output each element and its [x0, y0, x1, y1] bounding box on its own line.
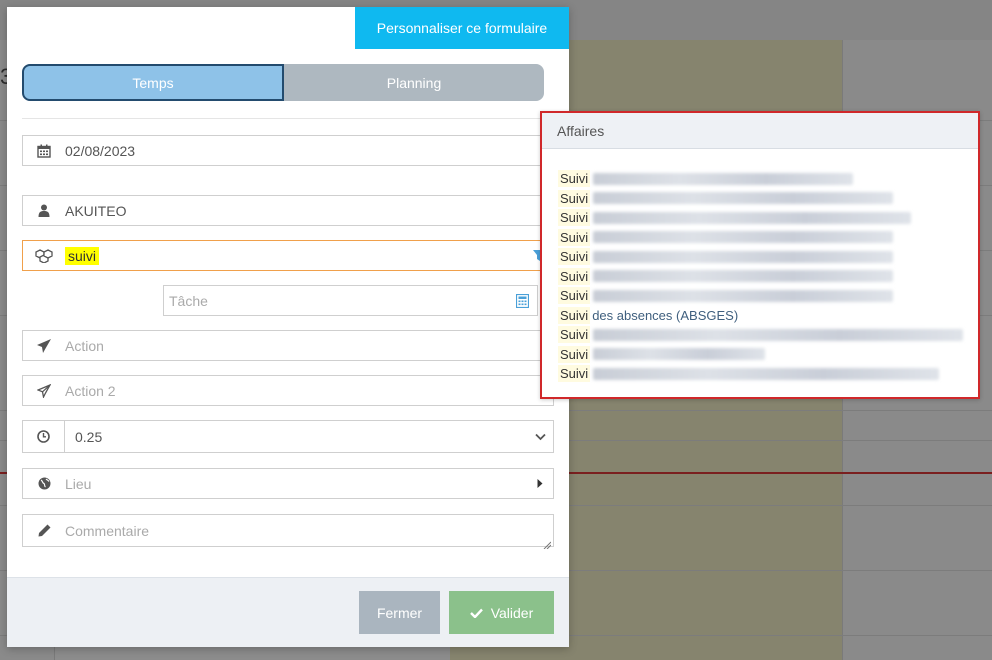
list-item-prefix: Suivi — [558, 287, 591, 305]
list-item[interactable]: Suivi des absences (ABSGES) — [558, 306, 968, 326]
date-field[interactable]: 02/08/2023 — [22, 135, 554, 166]
duration-value: 0.25 — [75, 428, 103, 445]
globe-icon — [23, 469, 65, 498]
list-item-text: des absences (ABSGES) — [592, 307, 739, 323]
check-icon — [469, 605, 483, 621]
validate-label: Valider — [490, 604, 534, 621]
list-item[interactable]: Suivi — [558, 208, 968, 228]
affaires-dropdown: Affaires Suivi Suivi Suivi Suivi Suivi S… — [540, 111, 980, 399]
paper-plane-outline-icon — [23, 376, 65, 405]
close-button[interactable]: Fermer — [359, 591, 440, 634]
pencil-icon — [23, 515, 65, 546]
customize-form-button[interactable]: Personnaliser ce formulaire — [355, 7, 569, 49]
lieu-field[interactable]: Lieu — [22, 468, 554, 499]
tache-field[interactable]: Tâche — [163, 285, 538, 316]
redacted-text — [593, 172, 854, 185]
time-entry-modal: Personnaliser ce formulaire Temps Planni… — [7, 7, 569, 647]
list-item-prefix: Suivi — [558, 326, 591, 344]
divider — [22, 118, 553, 119]
action-placeholder: Action — [65, 337, 104, 354]
action-field[interactable]: Action — [22, 330, 554, 361]
cubes-icon — [23, 241, 65, 270]
tache-placeholder: Tâche — [169, 292, 208, 309]
duration-select[interactable]: 0.25 — [22, 420, 554, 453]
list-item[interactable]: Suivi — [558, 325, 968, 345]
action2-placeholder: Action 2 — [65, 382, 116, 399]
list-item[interactable]: Suivi — [558, 189, 968, 209]
list-item[interactable]: Suivi — [558, 247, 968, 267]
redacted-text — [593, 192, 894, 205]
redacted-text — [593, 231, 894, 244]
list-item[interactable]: Suivi — [558, 267, 968, 287]
redacted-text — [593, 270, 894, 283]
tab-planning[interactable]: Planning — [284, 64, 544, 101]
list-item-prefix: Suivi — [558, 170, 591, 188]
list-item[interactable]: Suivi — [558, 286, 968, 306]
search-highlight: suivi — [65, 246, 100, 265]
list-item[interactable]: Suivi — [558, 345, 968, 365]
redacted-text — [593, 250, 894, 263]
list-item-prefix: Suivi — [558, 345, 591, 363]
paper-plane-icon — [23, 331, 65, 360]
redacted-text — [593, 289, 894, 302]
calculator-icon[interactable] — [507, 293, 537, 308]
validate-button[interactable]: Valider — [449, 591, 554, 634]
list-item-prefix: Suivi — [558, 209, 591, 227]
mode-tabs: Temps Planning — [22, 64, 544, 101]
list-item-prefix: Suivi — [558, 365, 591, 383]
commentaire-textarea[interactable]: Commentaire — [22, 514, 554, 550]
list-item-prefix: Suivi — [558, 267, 591, 285]
redacted-text — [593, 367, 940, 380]
user-value: AKUITEO — [65, 202, 127, 219]
action2-field[interactable]: Action 2 — [22, 375, 554, 406]
list-item-prefix: Suivi — [558, 248, 591, 266]
affaires-dropdown-title: Affaires — [542, 113, 978, 149]
commentaire-placeholder: Commentaire — [65, 522, 150, 539]
redacted-text — [593, 348, 766, 361]
caret-right-icon[interactable] — [527, 479, 553, 488]
affaire-search-field[interactable]: suivi — [22, 240, 554, 271]
affaire-search-input[interactable]: suivi — [65, 246, 523, 265]
lieu-placeholder: Lieu — [65, 475, 92, 492]
user-field[interactable]: AKUITEO — [22, 195, 554, 226]
redacted-text — [593, 211, 912, 224]
modal-footer: Fermer Valider — [7, 577, 569, 647]
resize-handle[interactable] — [543, 536, 552, 550]
affaires-list: Suivi Suivi Suivi Suivi Suivi Suivi Suiv… — [558, 169, 968, 384]
user-icon — [23, 196, 65, 225]
list-item[interactable]: Suivi — [558, 169, 968, 189]
redacted-text — [593, 328, 964, 341]
list-item[interactable]: Suivi — [558, 364, 968, 384]
list-item[interactable]: Suivi — [558, 228, 968, 248]
list-item-prefix: Suivi — [558, 189, 591, 207]
date-value: 02/08/2023 — [65, 142, 136, 159]
list-item-prefix: Suivi — [558, 228, 591, 246]
list-item-prefix: Suivi — [558, 306, 591, 324]
calendar-icon — [23, 136, 65, 165]
tab-temps[interactable]: Temps — [22, 64, 284, 101]
chevron-down-icon[interactable] — [527, 433, 553, 441]
clock-icon — [23, 421, 65, 452]
